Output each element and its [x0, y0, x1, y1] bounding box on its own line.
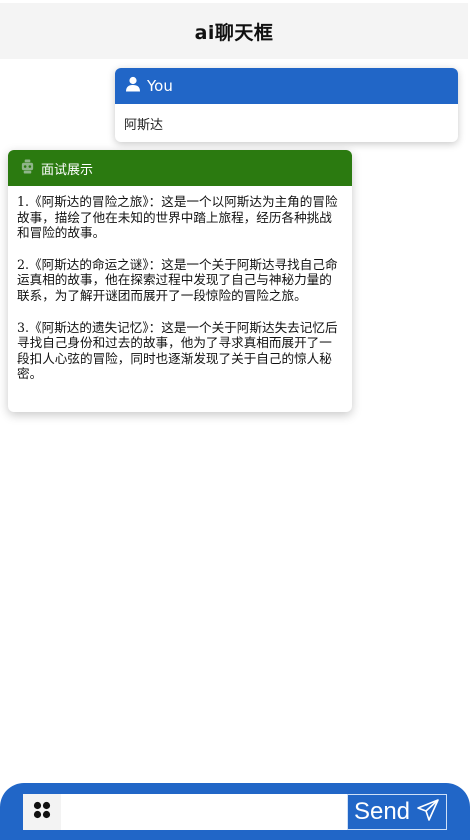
composer-bar: Send	[0, 783, 470, 840]
apps-button[interactable]	[23, 794, 61, 830]
ai-message-body: 1.《阿斯达的冒险之旅》：这是一个以阿斯达为主角的冒险故事，描绘了他在未知的世界…	[8, 186, 352, 382]
ai-message-header: 面试展示	[8, 150, 352, 186]
ai-response-paragraph: 2.《阿斯达的命运之谜》：这是一个关于阿斯达寻找自己命运真相的故事，他在探索过程…	[17, 256, 338, 303]
ai-response-paragraph: 3.《阿斯达的遗失记忆》：这是一个关于阿斯达失去记忆后寻找自己身份和过去的故事，…	[17, 319, 338, 382]
person-icon	[125, 76, 141, 96]
bot-icon	[20, 158, 35, 178]
ai-response-paragraph: 1.《阿斯达的冒险之旅》：这是一个以阿斯达为主角的冒险故事，描绘了他在未知的世界…	[17, 194, 338, 241]
user-message-header: You	[115, 68, 458, 104]
send-button-label: Send	[353, 798, 411, 825]
page-title: ai聊天框	[194, 21, 274, 44]
ai-message-card: 面试展示 1.《阿斯达的冒险之旅》：这是一个以阿斯达为主角的冒险故事，描绘了他在…	[8, 150, 352, 412]
user-message-text: 阿斯达	[124, 118, 164, 133]
ai-sender-name: 面试展示	[41, 162, 94, 178]
paper-plane-icon	[416, 798, 440, 826]
send-button[interactable]: Send	[347, 794, 447, 830]
apps-icon	[33, 801, 51, 823]
user-sender-name: You	[147, 77, 173, 95]
user-message-card: You 阿斯达	[115, 68, 458, 142]
chat-header: ai聊天框	[0, 3, 468, 59]
message-input[interactable]	[61, 794, 347, 830]
